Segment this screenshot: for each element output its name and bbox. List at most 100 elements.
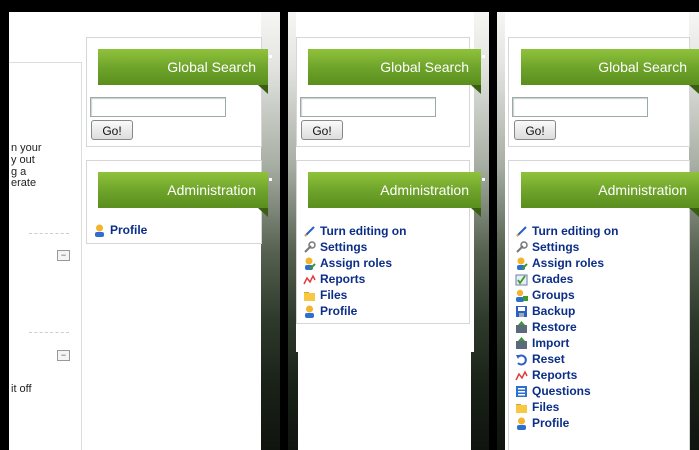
admin-item-label: Assign roles xyxy=(532,256,605,270)
administration-header: Administration xyxy=(98,172,272,217)
administration-title: Administration xyxy=(167,182,256,198)
admin-item-questions[interactable]: Questions xyxy=(515,383,618,399)
roles-icon xyxy=(515,257,528,270)
admin-item-label: Turn editing on xyxy=(320,224,407,238)
admin-item-files[interactable]: Files xyxy=(515,399,618,415)
admin-item-import[interactable]: Import xyxy=(515,335,618,351)
admin-item-profile[interactable]: Profile xyxy=(93,222,147,238)
admin-item-label: Reports xyxy=(320,272,366,286)
global-search-header: Global Search xyxy=(308,49,485,94)
separator xyxy=(29,233,69,234)
administration-list: Profile xyxy=(93,222,147,238)
global-search-title: Global Search xyxy=(380,59,469,75)
admin-item-label: Reset xyxy=(532,352,565,366)
admin-item-label: Backup xyxy=(532,304,576,318)
folder-icon xyxy=(303,289,316,302)
admin-item-label: Files xyxy=(320,288,348,302)
admin-item-restore[interactable]: Restore xyxy=(515,319,618,335)
administration-header: Administration xyxy=(521,172,699,217)
admin-item-profile[interactable]: Profile xyxy=(303,303,406,319)
profile-icon xyxy=(303,305,316,318)
admin-item-label: Files xyxy=(532,400,560,414)
collapse-button[interactable]: − xyxy=(57,350,70,361)
search-input[interactable] xyxy=(300,97,436,117)
roles-icon xyxy=(303,257,316,270)
admin-item-grades[interactable]: Grades xyxy=(515,271,618,287)
admin-item-label: Assign roles xyxy=(320,256,393,270)
go-button[interactable]: Go! xyxy=(91,120,133,140)
screenshot-panel-2: Global Search Go! Administration Turn ed… xyxy=(288,12,489,450)
admin-item-settings[interactable]: Settings xyxy=(515,239,618,255)
admin-item-label: Import xyxy=(532,336,570,350)
admin-item-label: Turn editing on xyxy=(532,224,619,238)
pencil-icon xyxy=(303,225,316,238)
administration-title: Administration xyxy=(380,182,469,198)
administration-title: Administration xyxy=(598,182,687,198)
import-icon xyxy=(515,336,528,350)
admin-item-label: Groups xyxy=(532,288,575,302)
admin-item-turn-editing-on[interactable]: Turn editing on xyxy=(303,223,406,239)
content-text: erate xyxy=(11,177,37,189)
separator xyxy=(29,332,69,333)
reports-icon xyxy=(515,369,528,382)
collapse-button[interactable]: − xyxy=(57,250,70,261)
content-text: it off xyxy=(11,383,32,395)
admin-item-label: Profile xyxy=(110,223,148,237)
administration-list: Turn editing on Settings Assign roles Gr… xyxy=(515,223,618,431)
global-search-header: Global Search xyxy=(98,49,272,94)
admin-item-settings[interactable]: Settings xyxy=(303,239,406,255)
admin-item-backup[interactable]: Backup xyxy=(515,303,618,319)
admin-item-label: Reports xyxy=(532,368,578,382)
groups-icon xyxy=(515,289,528,302)
admin-item-assign-roles[interactable]: Assign roles xyxy=(303,255,406,271)
banner-fold-icon xyxy=(258,208,268,217)
content-text: y out xyxy=(11,154,35,166)
restore-icon xyxy=(515,320,528,334)
content-text: n your xyxy=(11,142,42,154)
grades-icon xyxy=(515,273,528,286)
admin-item-label: Restore xyxy=(532,320,577,334)
reports-icon xyxy=(303,273,316,286)
admin-item-turn-editing-on[interactable]: Turn editing on xyxy=(515,223,618,239)
banner-fold-icon xyxy=(689,208,699,217)
backup-icon xyxy=(515,305,528,318)
admin-item-profile[interactable]: Profile xyxy=(515,415,618,431)
block-menu-icon xyxy=(482,55,485,58)
admin-item-label: Settings xyxy=(532,240,580,254)
global-search-title: Global Search xyxy=(167,59,256,75)
go-button[interactable]: Go! xyxy=(301,120,343,140)
global-search-title: Global Search xyxy=(598,59,687,75)
global-search-header: Global Search xyxy=(521,49,699,94)
reset-icon xyxy=(515,353,528,366)
wrench-icon xyxy=(515,240,528,254)
banner-fold-icon xyxy=(689,85,699,94)
pencil-icon xyxy=(515,225,528,238)
admin-item-label: Profile xyxy=(532,416,570,430)
administration-header: Administration xyxy=(308,172,485,217)
admin-item-label: Questions xyxy=(532,384,591,398)
banner-fold-icon xyxy=(258,85,268,94)
profile-icon xyxy=(93,224,106,237)
administration-list: Turn editing on Settings Assign roles Re… xyxy=(303,223,406,319)
admin-item-label: Settings xyxy=(320,240,368,254)
admin-item-reset[interactable]: Reset xyxy=(515,351,618,367)
wrench-icon xyxy=(303,240,316,254)
admin-item-reports[interactable]: Reports xyxy=(515,367,618,383)
screenshot-panel-1: n your y out g a erate it off − − Global… xyxy=(9,12,280,450)
block-menu-icon xyxy=(269,178,272,181)
folder-icon xyxy=(515,401,528,414)
block-menu-icon xyxy=(269,55,272,58)
go-button[interactable]: Go! xyxy=(514,120,556,140)
banner-fold-icon xyxy=(471,208,481,217)
questions-icon xyxy=(515,385,528,398)
admin-item-files[interactable]: Files xyxy=(303,287,406,303)
admin-item-label: Profile xyxy=(320,304,358,318)
block-menu-icon xyxy=(482,178,485,181)
admin-item-groups[interactable]: Groups xyxy=(515,287,618,303)
screenshot-panel-3: Global Search Go! Administration Turn ed… xyxy=(497,12,699,450)
search-input[interactable] xyxy=(512,97,648,117)
admin-item-reports[interactable]: Reports xyxy=(303,271,406,287)
search-input[interactable] xyxy=(90,97,226,117)
admin-item-assign-roles[interactable]: Assign roles xyxy=(515,255,618,271)
profile-icon xyxy=(515,417,528,430)
